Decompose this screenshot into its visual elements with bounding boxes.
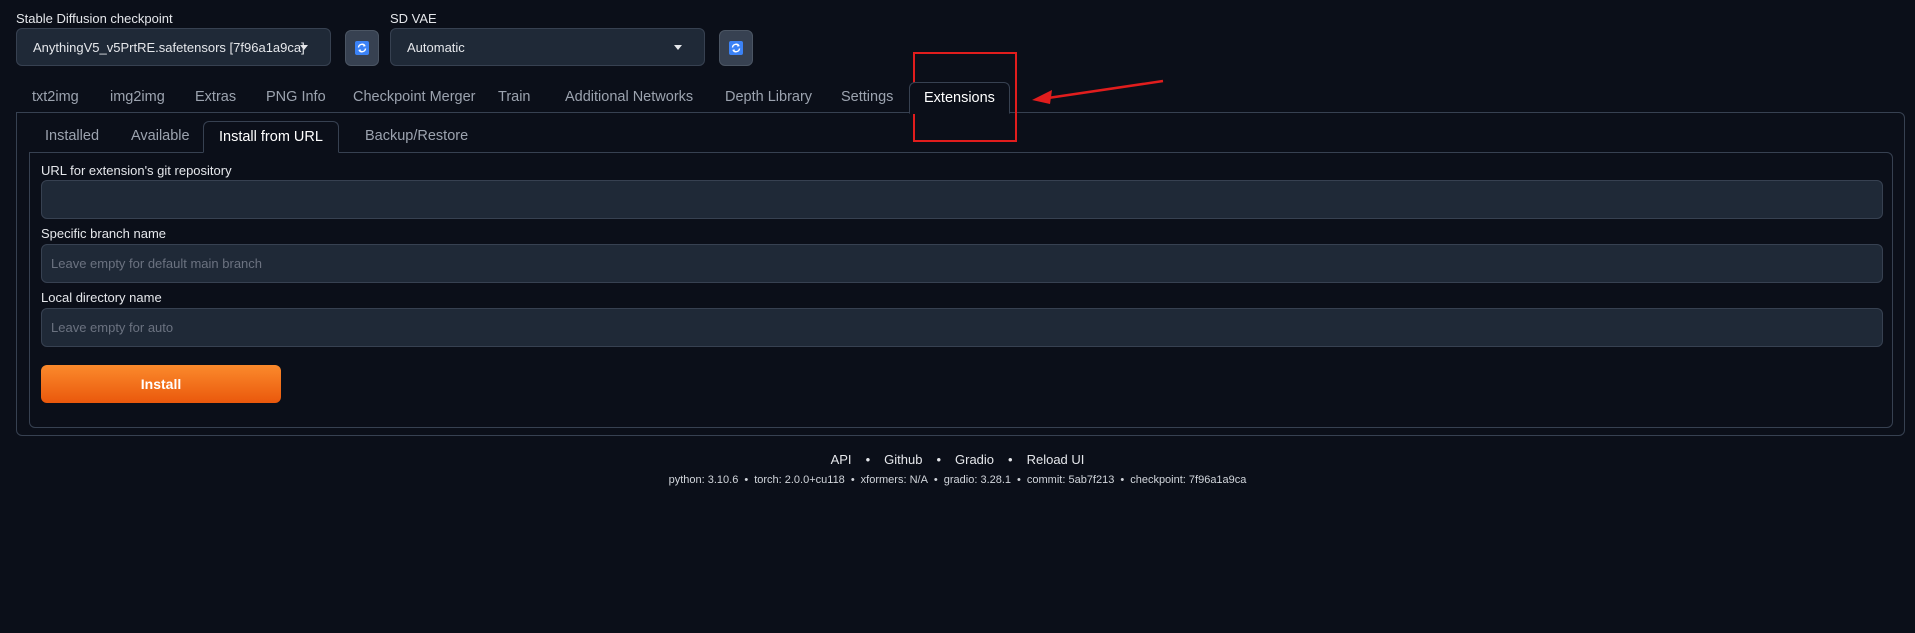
tab-extras[interactable]: Extras: [182, 82, 249, 114]
local-dir-input[interactable]: [41, 308, 1883, 347]
refresh-icon: [355, 41, 369, 55]
install-button[interactable]: Install: [41, 365, 281, 403]
tab-depth-library[interactable]: Depth Library: [712, 82, 825, 114]
install-from-url-form: URL for extension's git repository Speci…: [29, 152, 1893, 428]
vae-dropdown[interactable]: Automatic: [390, 28, 705, 66]
tab-available[interactable]: Available: [116, 121, 205, 153]
tab-checkpoint-merger[interactable]: Checkpoint Merger: [340, 82, 489, 114]
footer-link-api[interactable]: API: [831, 452, 852, 467]
footer-link-gradio[interactable]: Gradio: [955, 452, 994, 467]
version-python: python: 3.10.6: [668, 474, 739, 486]
version-separator: •: [850, 474, 855, 486]
version-checkpoint: checkpoint: 7f96a1a9ca: [1130, 474, 1247, 486]
checkpoint-dropdown[interactable]: AnythingV5_v5PrtRE.safetensors [7f96a1a9…: [16, 28, 331, 66]
tab-settings[interactable]: Settings: [828, 82, 906, 114]
vae-refresh-button[interactable]: [719, 30, 753, 66]
tab-extensions[interactable]: Extensions: [909, 82, 1010, 114]
version-commit: commit: 5ab7f213: [1026, 474, 1115, 486]
version-gradio: gradio: 3.28.1: [943, 474, 1012, 486]
chevron-down-icon: [300, 45, 308, 50]
tab-install-from-url[interactable]: Install from URL: [203, 121, 339, 153]
vae-label: SD VAE: [390, 11, 437, 26]
checkpoint-label: Stable Diffusion checkpoint: [16, 11, 173, 26]
tab-backup-restore[interactable]: Backup/Restore: [350, 121, 483, 153]
tab-train[interactable]: Train: [485, 82, 544, 114]
version-separator: •: [1120, 474, 1125, 486]
footer-separator: •: [865, 452, 871, 467]
extensions-panel: Installed Available Install from URL Bac…: [16, 112, 1905, 436]
vae-value: Automatic: [407, 39, 465, 55]
refresh-icon: [729, 41, 743, 55]
footer-link-reload-ui[interactable]: Reload UI: [1027, 452, 1085, 467]
chevron-down-icon: [674, 45, 682, 50]
version-info: python: 3.10.6 • torch: 2.0.0+cu118 • xforme…: [0, 474, 1915, 486]
branch-name-input[interactable]: [41, 244, 1883, 283]
tab-txt2img[interactable]: txt2img: [19, 82, 92, 114]
annotation-arrow-icon: [1032, 79, 1164, 104]
version-torch: torch: 2.0.0+cu118: [754, 474, 845, 486]
footer-link-github[interactable]: Github: [884, 452, 922, 467]
version-separator: •: [933, 474, 938, 486]
branch-label: Specific branch name: [41, 226, 167, 241]
version-separator: •: [744, 474, 749, 486]
tab-img2img[interactable]: img2img: [97, 82, 178, 114]
checkpoint-value: AnythingV5_v5PrtRE.safetensors [7f96a1a9…: [33, 39, 305, 55]
git-url-input[interactable]: [41, 180, 1883, 219]
footer-separator: •: [1008, 452, 1013, 467]
tab-png-info[interactable]: PNG Info: [253, 82, 339, 114]
local-dir-label: Local directory name: [41, 290, 162, 305]
version-xformers: xformers: N/A: [860, 474, 928, 486]
tab-installed[interactable]: Installed: [30, 121, 114, 153]
version-separator: •: [1017, 474, 1021, 486]
footer-separator: •: [936, 452, 941, 467]
tab-additional-networks[interactable]: Additional Networks: [552, 82, 706, 114]
footer-links: API • Github • Gradio • Reload UI: [0, 452, 1915, 467]
url-label: URL for extension's git repository: [41, 163, 232, 178]
checkpoint-refresh-button[interactable]: [345, 30, 379, 66]
